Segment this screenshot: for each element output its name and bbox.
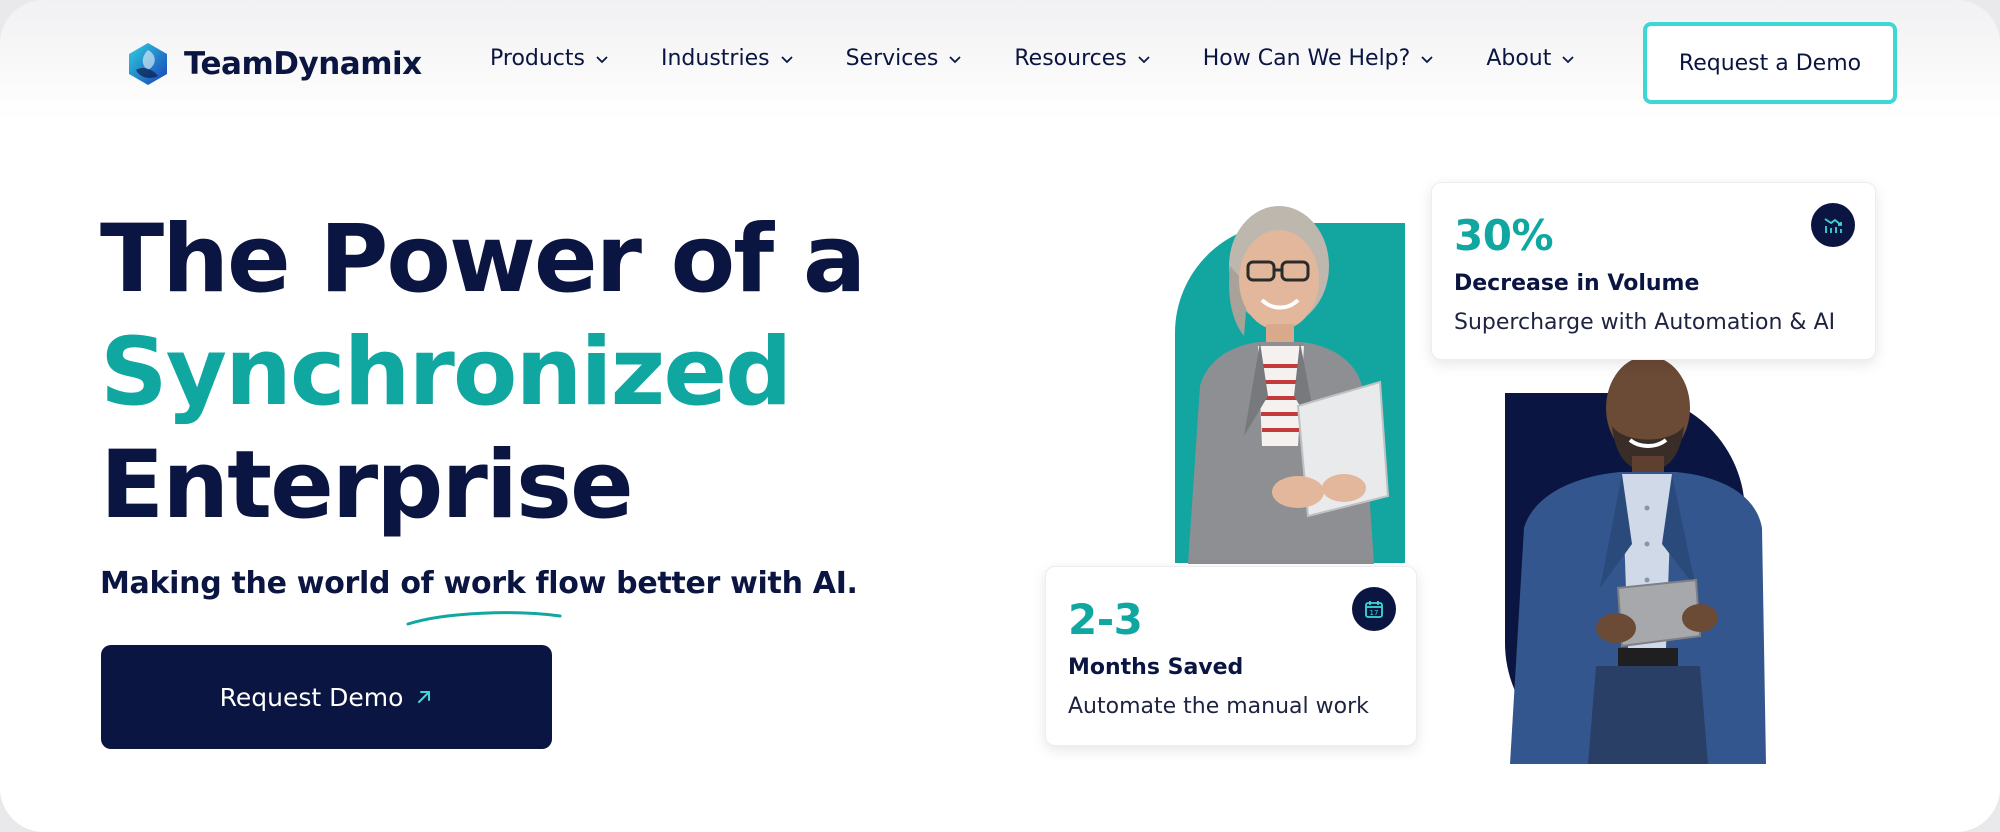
man-with-tablet-image [1510, 356, 1766, 764]
request-demo-button[interactable]: Request Demo [101, 645, 552, 749]
page-frame: TeamDynamix Products Industries Services… [0, 0, 2000, 832]
arrow-up-right-icon [418, 691, 431, 703]
stat-title: Decrease in Volume [1454, 271, 1700, 296]
woman-with-laptop-image [1188, 206, 1390, 564]
nav-label: Resources [1014, 46, 1127, 71]
hero-tagline: Making the world of work flow better wit… [100, 566, 858, 601]
main-nav: Products Industries Services Resources H… [490, 46, 1575, 71]
request-demo-label: Request Demo [219, 682, 404, 712]
nav-label: Services [845, 46, 939, 71]
nav-label: About [1486, 46, 1552, 71]
stat-card-volume: 30% Decrease in Volume Supercharge with … [1431, 182, 1876, 360]
nav-label: How Can We Help? [1202, 46, 1411, 71]
brand-logo[interactable]: TeamDynamix [124, 40, 422, 88]
stat-value: 2-3 [1068, 595, 1143, 644]
logo-icon [129, 43, 167, 85]
nav-resources[interactable]: Resources [1014, 46, 1150, 71]
chevron-down-icon [1421, 55, 1433, 63]
nav-label: Products [490, 46, 585, 71]
nav-services[interactable]: Services [846, 46, 963, 71]
stat-description: Automate the manual work [1068, 694, 1369, 719]
request-a-demo-button[interactable]: Request a Demo [1643, 22, 1897, 104]
stat-value: 30% [1454, 211, 1554, 260]
hero-headline-line-1: The Power of a [100, 205, 866, 314]
nav-products[interactable]: Products [490, 46, 609, 71]
brand-name: TeamDynamix [184, 46, 422, 82]
chevron-down-icon [1138, 55, 1150, 63]
nav-about[interactable]: About [1486, 46, 1575, 71]
chevron-down-icon [780, 55, 793, 63]
nav-industries[interactable]: Industries [661, 46, 794, 71]
stat-title: Months Saved [1068, 655, 1244, 680]
chevron-down-icon [1562, 55, 1575, 63]
chart-icon [1811, 203, 1855, 247]
chevron-down-icon [949, 55, 962, 63]
hero-headline-line-2: Synchronized [100, 318, 792, 427]
underline-swoosh [406, 611, 562, 626]
stat-description: Supercharge with Automation & AI [1454, 310, 1836, 335]
nav-label: Industries [661, 46, 770, 71]
nav-how-can-we-help[interactable]: How Can We Help? [1203, 46, 1435, 71]
chevron-down-icon [596, 55, 608, 63]
hero-headline-line-3: Enterprise [100, 431, 634, 540]
calendar-icon: 17 [1352, 587, 1396, 631]
calendar-day: 17 [1370, 609, 1379, 617]
stat-card-months: 2-3 Months Saved Automate the manual wor… [1045, 566, 1417, 746]
